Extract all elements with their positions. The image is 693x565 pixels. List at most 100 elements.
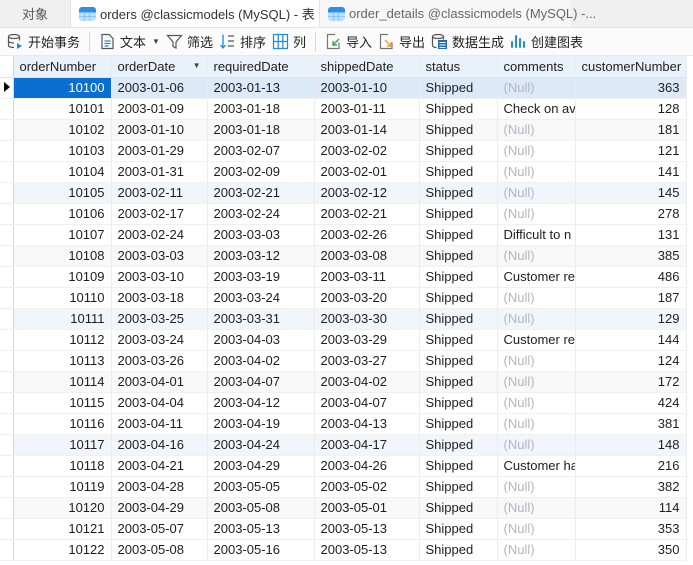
cell-requiredDate[interactable]: 2003-03-12 — [207, 245, 315, 267]
cell-customerNumber[interactable]: 121 — [575, 140, 687, 162]
column-header-comments[interactable]: comments — [497, 56, 576, 78]
cell-status[interactable]: Shipped — [419, 140, 498, 162]
cell-shippedDate[interactable]: 2003-03-27 — [314, 350, 420, 372]
table-row[interactable]: 10114 2003-04-01 2003-04-07 2003-04-02 Shipp… — [0, 371, 687, 393]
cell-customerNumber[interactable]: 363 — [575, 77, 687, 99]
cell-orderNumber[interactable]: 10117 — [13, 434, 112, 456]
cell-requiredDate[interactable]: 2003-04-03 — [207, 329, 315, 351]
row-indicator[interactable] — [0, 77, 14, 99]
cell-comments[interactable]: (Null) — [497, 308, 576, 330]
cell-shippedDate[interactable]: 2003-02-12 — [314, 182, 420, 204]
cell-comments[interactable]: (Null) — [497, 539, 576, 561]
cell-orderNumber[interactable]: 10101 — [13, 98, 112, 120]
cell-shippedDate[interactable]: 2003-01-11 — [314, 98, 420, 120]
cell-orderNumber[interactable]: 10112 — [13, 329, 112, 351]
cell-requiredDate[interactable]: 2003-02-09 — [207, 161, 315, 183]
cell-orderDate[interactable]: 2003-04-04 — [111, 392, 208, 414]
cell-customerNumber[interactable]: 216 — [575, 455, 687, 477]
cell-orderDate[interactable]: 2003-02-24 — [111, 224, 208, 246]
column-header-requiredDate[interactable]: requiredDate — [207, 56, 315, 78]
row-indicator[interactable] — [0, 308, 14, 330]
cell-orderDate[interactable]: 2003-03-18 — [111, 287, 208, 309]
cell-orderDate[interactable]: 2003-04-21 — [111, 455, 208, 477]
table-row[interactable]: 10105 2003-02-11 2003-02-21 2003-02-12 Shipp… — [0, 182, 687, 204]
table-row[interactable]: 10107 2003-02-24 2003-03-03 2003-02-26 Shipp… — [0, 224, 687, 246]
row-indicator[interactable] — [0, 98, 14, 120]
cell-shippedDate[interactable]: 2003-04-13 — [314, 413, 420, 435]
data-generation-button[interactable]: 数据生成 — [428, 31, 507, 53]
row-indicator[interactable] — [0, 518, 14, 540]
row-indicator[interactable] — [0, 119, 14, 141]
cell-shippedDate[interactable]: 2003-01-10 — [314, 77, 420, 99]
table-row[interactable]: 10109 2003-03-10 2003-03-19 2003-03-11 Shipp… — [0, 266, 687, 288]
cell-orderDate[interactable]: 2003-05-07 — [111, 518, 208, 540]
sort-button[interactable]: 排序 — [216, 31, 269, 53]
cell-comments[interactable]: (Null) — [497, 392, 576, 414]
cell-requiredDate[interactable]: 2003-03-24 — [207, 287, 315, 309]
cell-comments[interactable]: (Null) — [497, 497, 576, 519]
cell-orderNumber[interactable]: 10110 — [13, 287, 112, 309]
cell-requiredDate[interactable]: 2003-02-24 — [207, 203, 315, 225]
cell-requiredDate[interactable]: 2003-04-02 — [207, 350, 315, 372]
cell-requiredDate[interactable]: 2003-01-18 — [207, 119, 315, 141]
cell-status[interactable]: Shipped — [419, 497, 498, 519]
cell-comments[interactable]: (Null) — [497, 77, 576, 99]
cell-customerNumber[interactable]: 131 — [575, 224, 687, 246]
cell-comments[interactable]: (Null) — [497, 140, 576, 162]
cell-orderNumber[interactable]: 10108 — [13, 245, 112, 267]
row-indicator[interactable] — [0, 140, 14, 162]
cell-orderNumber[interactable]: 10119 — [13, 476, 112, 498]
cell-shippedDate[interactable]: 2003-02-02 — [314, 140, 420, 162]
cell-orderNumber[interactable]: 10105 — [13, 182, 112, 204]
cell-status[interactable]: Shipped — [419, 455, 498, 477]
row-indicator[interactable] — [0, 497, 14, 519]
table-row[interactable]: 10108 2003-03-03 2003-03-12 2003-03-08 Shipp… — [0, 245, 687, 267]
text-view-button[interactable]: 文本 ▼ — [96, 31, 163, 53]
cell-customerNumber[interactable]: 382 — [575, 476, 687, 498]
cell-requiredDate[interactable]: 2003-03-19 — [207, 266, 315, 288]
table-row[interactable]: 10110 2003-03-18 2003-03-24 2003-03-20 Shipp… — [0, 287, 687, 309]
cell-status[interactable]: Shipped — [419, 413, 498, 435]
cell-customerNumber[interactable]: 278 — [575, 203, 687, 225]
cell-orderNumber[interactable]: 10114 — [13, 371, 112, 393]
cell-customerNumber[interactable]: 141 — [575, 161, 687, 183]
cell-orderDate[interactable]: 2003-03-25 — [111, 308, 208, 330]
create-chart-button[interactable]: 创建图表 — [507, 31, 586, 53]
table-row[interactable]: 10122 2003-05-08 2003-05-16 2003-05-13 Shipp… — [0, 539, 687, 561]
cell-orderDate[interactable]: 2003-03-10 — [111, 266, 208, 288]
cell-requiredDate[interactable]: 2003-05-16 — [207, 539, 315, 561]
table-row[interactable]: 10112 2003-03-24 2003-04-03 2003-03-29 Shipp… — [0, 329, 687, 351]
column-header-orderDate[interactable]: orderDate ▼ — [111, 56, 208, 78]
cell-status[interactable]: Shipped — [419, 392, 498, 414]
column-header-status[interactable]: status — [419, 56, 498, 78]
table-row[interactable]: 10106 2003-02-17 2003-02-24 2003-02-21 Shipp… — [0, 203, 687, 225]
cell-requiredDate[interactable]: 2003-03-03 — [207, 224, 315, 246]
cell-comments[interactable]: Customer ha — [497, 455, 576, 477]
cell-requiredDate[interactable]: 2003-04-24 — [207, 434, 315, 456]
table-row[interactable]: 10102 2003-01-10 2003-01-18 2003-01-14 Shipp… — [0, 119, 687, 141]
import-button[interactable]: 导入 — [322, 31, 375, 53]
table-row[interactable]: 10120 2003-04-29 2003-05-08 2003-05-01 Shipp… — [0, 497, 687, 519]
begin-transaction-button[interactable]: 开始事务 — [4, 31, 83, 53]
table-row[interactable]: 10103 2003-01-29 2003-02-07 2003-02-02 Shipp… — [0, 140, 687, 162]
row-indicator[interactable] — [0, 413, 14, 435]
cell-status[interactable]: Shipped — [419, 119, 498, 141]
cell-customerNumber[interactable]: 144 — [575, 329, 687, 351]
row-indicator[interactable] — [0, 455, 14, 477]
cell-status[interactable]: Shipped — [419, 350, 498, 372]
cell-requiredDate[interactable]: 2003-04-07 — [207, 371, 315, 393]
export-button[interactable]: 导出 — [375, 31, 428, 53]
cell-comments[interactable]: (Null) — [497, 161, 576, 183]
cell-shippedDate[interactable]: 2003-04-26 — [314, 455, 420, 477]
cell-customerNumber[interactable]: 129 — [575, 308, 687, 330]
cell-orderDate[interactable]: 2003-04-29 — [111, 497, 208, 519]
cell-requiredDate[interactable]: 2003-04-12 — [207, 392, 315, 414]
cell-orderNumber[interactable]: 10113 — [13, 350, 112, 372]
cell-customerNumber[interactable]: 385 — [575, 245, 687, 267]
cell-shippedDate[interactable]: 2003-02-01 — [314, 161, 420, 183]
cell-comments[interactable]: (Null) — [497, 119, 576, 141]
cell-status[interactable]: Shipped — [419, 98, 498, 120]
cell-comments[interactable]: (Null) — [497, 434, 576, 456]
sort-desc-icon[interactable]: ▼ — [193, 61, 201, 70]
columns-button[interactable]: 列 — [269, 31, 309, 53]
